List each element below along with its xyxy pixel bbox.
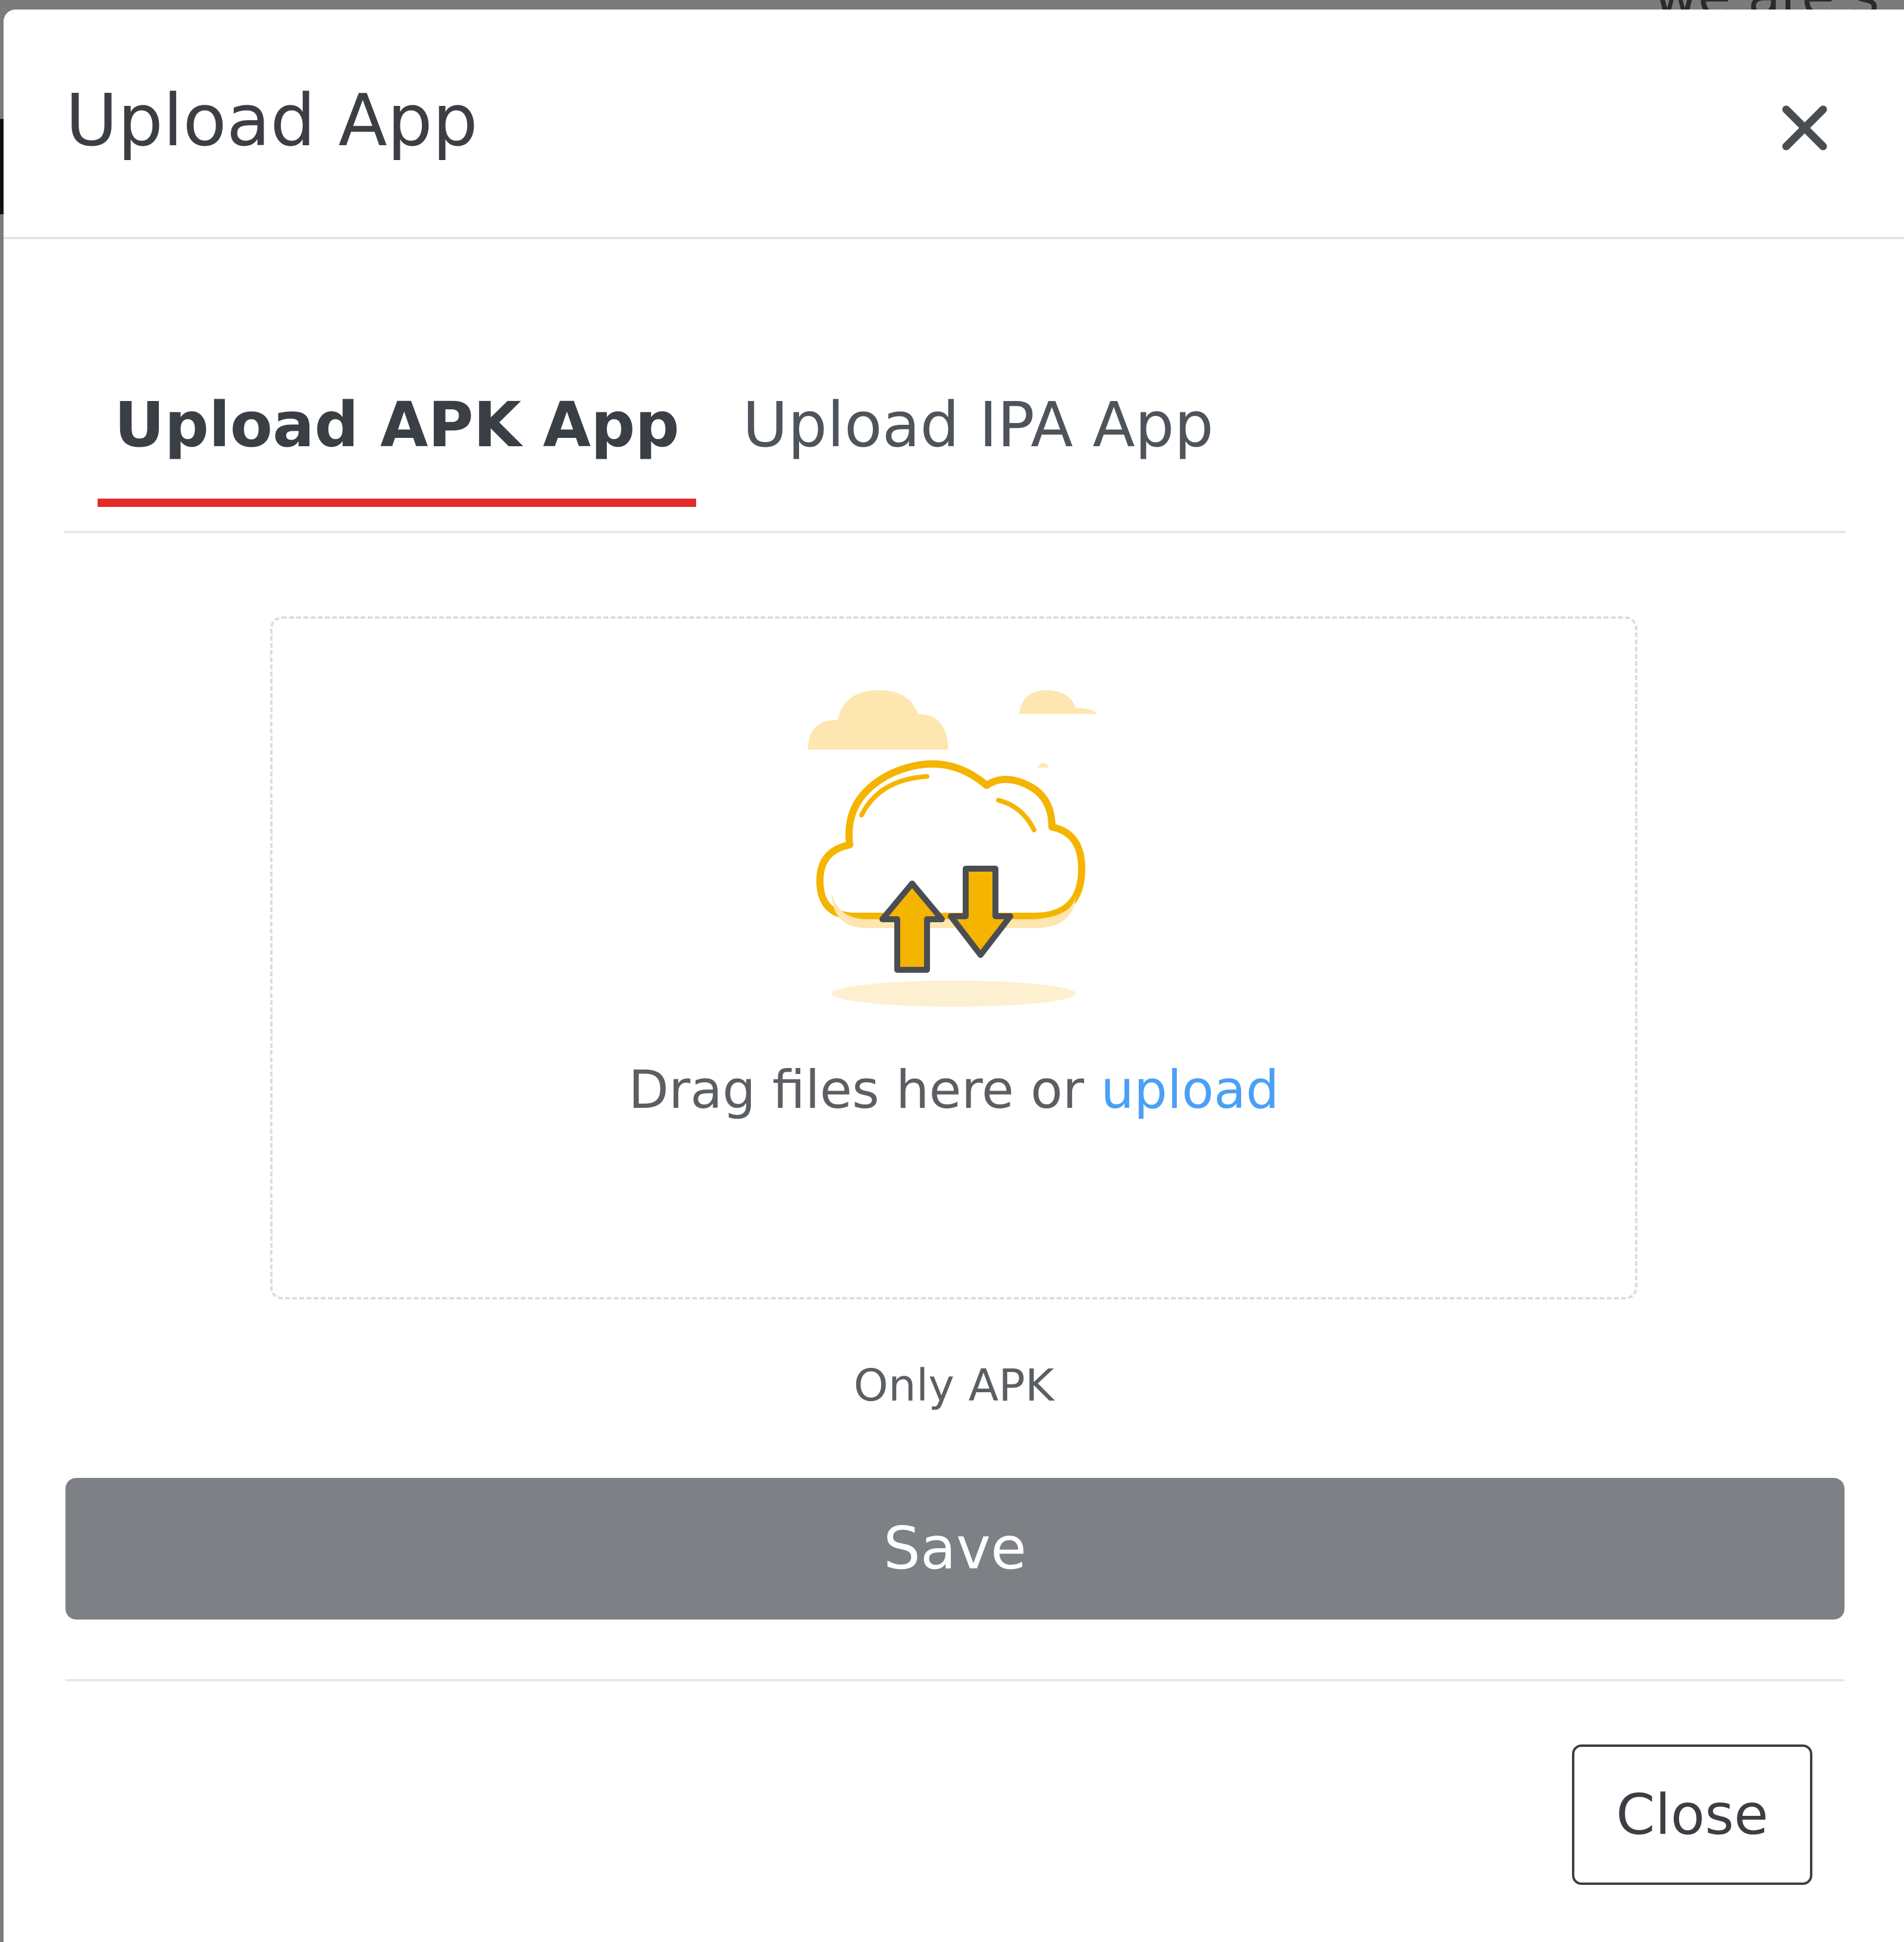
close-icon[interactable] [1779,102,1830,154]
file-dropzone[interactable]: Drag files here or upload [270,616,1637,1299]
tab-upload-apk[interactable]: Upload APK App [98,367,696,507]
file-type-hint: Only APK [853,1360,1054,1411]
modal-header: Upload App [4,10,1904,239]
tab-upload-ipa[interactable]: Upload IPA App [743,367,1242,499]
upload-type-tabs: Upload APK App Upload IPA App [64,367,1846,533]
close-button[interactable]: Close [1572,1744,1812,1885]
footer-divider [65,1679,1844,1681]
drop-text-label: Drag files here or [628,1059,1101,1120]
upload-link[interactable]: upload [1101,1059,1279,1120]
upload-app-modal: Upload App Upload APK App Upload IPA App [4,10,1904,1942]
save-button[interactable]: Save [65,1478,1844,1620]
modal-title: Upload App [65,80,478,162]
dropzone-instructions: Drag files here or upload [273,1059,1635,1120]
cloud-upload-icon [808,678,1117,1011]
